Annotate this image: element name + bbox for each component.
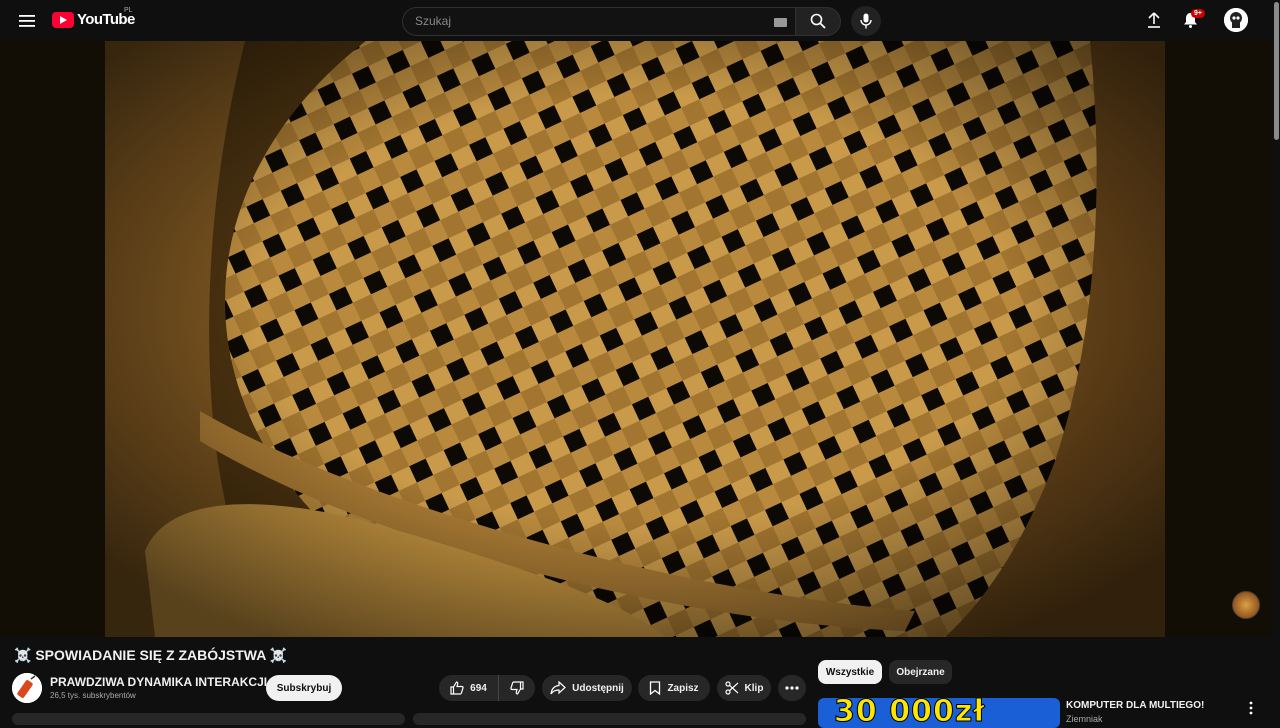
microphone-icon (860, 13, 872, 29)
thumbs-up-icon (450, 681, 464, 695)
search-icon (810, 13, 826, 29)
more-actions-button[interactable] (778, 675, 806, 701)
comments-box[interactable] (413, 713, 806, 725)
thumbnail-text: 30 000zł (833, 698, 986, 728)
notification-badge: 9+ (1191, 9, 1205, 18)
recommendation-channel[interactable]: Ziemniak (1066, 714, 1103, 724)
upload-icon[interactable] (1144, 10, 1164, 30)
video-content (105, 41, 1165, 637)
like-button[interactable]: 694 (439, 675, 499, 701)
youtube-logo[interactable]: YouTube PL (52, 7, 135, 28)
clip-label: Klip (744, 682, 764, 694)
video-frame (105, 41, 1165, 637)
dynamite-avatar-icon (12, 673, 42, 703)
recommendation-menu-icon[interactable] (1244, 699, 1258, 717)
video-player[interactable] (0, 41, 1272, 637)
search-bar (402, 6, 881, 36)
like-dislike-group: 694 (439, 675, 535, 701)
thumbs-down-icon (510, 681, 524, 695)
search-box (402, 6, 795, 36)
subscriber-count: 26,5 tys. subskrybentów (50, 691, 136, 700)
notifications-button[interactable]: 9+ (1180, 9, 1205, 30)
account-avatar[interactable] (1224, 8, 1248, 32)
save-button[interactable]: Zapisz (638, 675, 710, 701)
share-icon (550, 681, 567, 695)
youtube-play-icon (52, 11, 74, 28)
like-count: 694 (470, 682, 487, 694)
bookmark-icon (650, 681, 661, 695)
page-scrollbar[interactable] (1272, 0, 1280, 720)
chip-watched[interactable]: Obejrzane (889, 660, 952, 684)
search-button[interactable] (795, 6, 841, 36)
menu-icon[interactable] (14, 8, 40, 34)
region-code: PL (124, 7, 133, 14)
voice-search-button[interactable] (851, 6, 881, 36)
recommendation-title[interactable]: KOMPUTER DLA MULTIEGO! (1066, 700, 1204, 711)
keyboard-icon[interactable] (774, 17, 787, 27)
save-label: Zapisz (667, 682, 699, 694)
scissors-icon (724, 681, 738, 695)
skull-avatar-icon (1224, 8, 1248, 32)
dislike-button[interactable] (499, 675, 535, 701)
masthead: YouTube PL 9+ (0, 0, 1280, 41)
channel-name[interactable]: PRAWDZIWA DYNAMIKA INTERAKCJI (50, 675, 267, 689)
more-horizontal-icon (785, 686, 799, 690)
chip-all[interactable]: Wszystkie (818, 660, 882, 684)
channel-watermark-icon[interactable] (1232, 591, 1260, 619)
recommendation-thumbnail[interactable]: 30 000zł (818, 698, 1060, 728)
channel-avatar[interactable] (12, 673, 42, 703)
share-label: Udostępnij (572, 682, 624, 694)
video-title: ☠️ SPOWIADANIE SIĘ Z ZABÓJSTWA ☠️ (14, 647, 288, 663)
scrollbar-thumb[interactable] (1274, 2, 1279, 140)
description-box[interactable] (12, 713, 405, 725)
clip-button[interactable]: Klip (717, 675, 771, 701)
search-input[interactable] (415, 14, 755, 28)
subscribe-button[interactable]: Subskrybuj (266, 675, 342, 701)
share-button[interactable]: Udostępnij (542, 675, 632, 701)
